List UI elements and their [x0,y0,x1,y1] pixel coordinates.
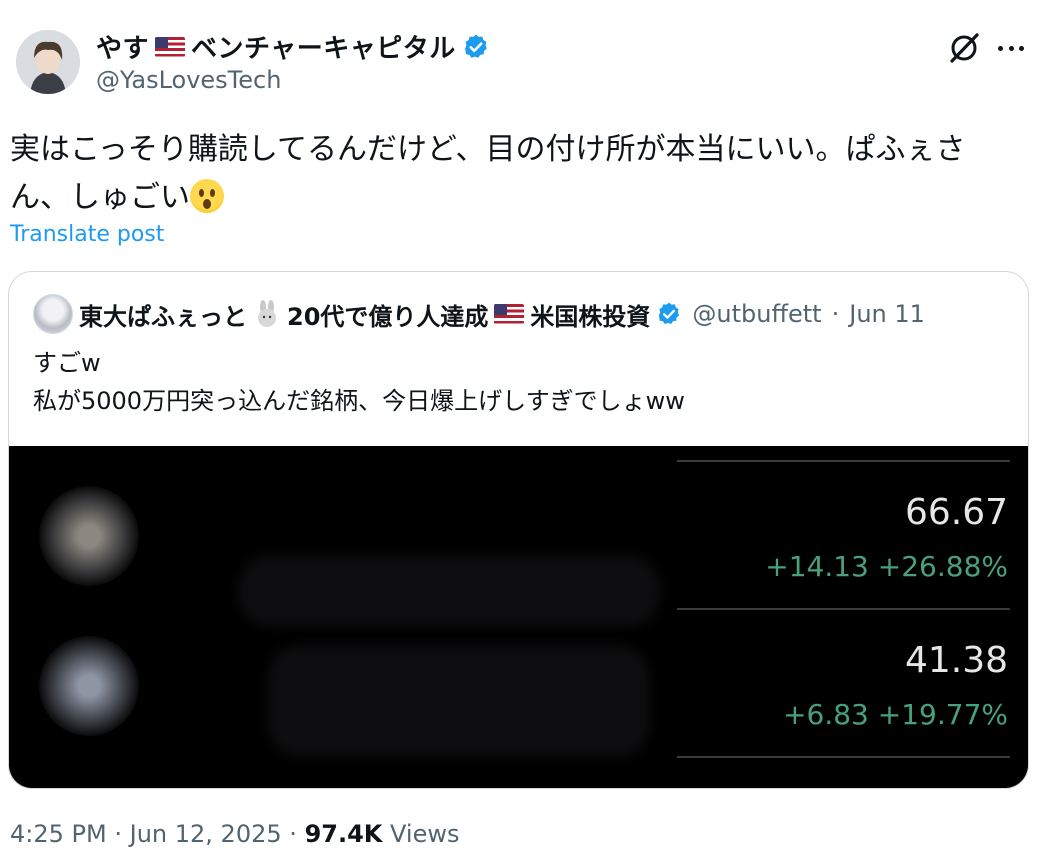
quoted-author-row: 東大ぱふぇっと 20代で億り人達成 米国株投資 @utbuffett · Jun… [33,294,925,334]
verified-badge-icon [464,34,487,58]
quoted-name-part3: 米国株投資 [530,302,651,331]
stock-change: +14.13 +26.88% [765,550,1008,583]
us-flag-icon [494,304,525,324]
stock-price: 66.67 [904,492,1008,533]
quoted-name-part1: 東大ぱふぇっと [79,302,247,331]
stock-change: +6.83 +19.77% [783,698,1008,731]
meta-dot: · [114,820,122,848]
author-handle[interactable]: @YasLovesTech [96,66,281,94]
quoted-author-avatar [33,294,73,334]
quoted-line-2: 私が5000万円突っ込んだ銘柄、今日爆上げしすぎでしょww [33,387,685,415]
quoted-tweet[interactable]: 東大ぱふぇっと 20代で億り人達成 米国株投資 @utbuffett · Jun… [8,271,1029,789]
quoted-handle: @utbuffett [692,300,822,328]
quoted-name-part2: 20代で億り人達成 [287,302,489,331]
views-count[interactable]: 97.4K [305,820,383,848]
quoted-line-1: すごw [33,349,101,377]
author-name-row[interactable]: やす ベンチャーキャピタル [96,28,490,65]
us-flag-icon [155,36,186,57]
author-name-suffix[interactable]: ベンチャーキャピタル [191,28,456,65]
row-separator [677,608,1010,610]
blurred-region [269,646,649,756]
grok-icon[interactable] [946,30,982,66]
rabbit-icon [258,300,276,327]
author-avatar[interactable] [16,30,80,94]
blurred-region [239,556,659,626]
meta-dot: · [289,820,297,848]
tweet-time[interactable]: 4:25 PM [10,820,107,848]
verified-badge-icon [659,302,680,324]
translate-post-link[interactable]: Translate post [10,222,164,247]
row-separator [677,756,1010,758]
tweet-text: 実はこっそり購読してるんだけど、目の付け所が本当にいい。ぱふぇさん、しゅごい [10,126,1010,222]
tweet-meta: 4:25 PM · Jun 12, 2025 · 97.4K Views [10,820,459,848]
views-label: Views [390,820,460,848]
stock-price: 41.38 [904,640,1008,681]
tweet-body: 実はこっそり購読してるんだけど、目の付け所が本当にいい。ぱふぇさん、しゅごい [10,132,966,215]
author-name-prefix[interactable]: やす [96,28,149,65]
tweet-date[interactable]: Jun 12, 2025 [130,820,282,848]
row-separator [677,460,1010,462]
more-icon[interactable] [994,38,1028,58]
astonished-face-icon [190,179,224,213]
blurred-logo [39,636,139,736]
quoted-image[interactable]: 66.67 +14.13 +26.88% 41.38 +6.83 +19.77% [9,446,1028,788]
quoted-text: すごw 私が5000万円突っ込んだ銘柄、今日爆上げしすぎでしょww [33,344,685,420]
quoted-separator: · [831,300,840,328]
quoted-date: Jun 11 [849,300,925,328]
blurred-logo [39,486,139,586]
